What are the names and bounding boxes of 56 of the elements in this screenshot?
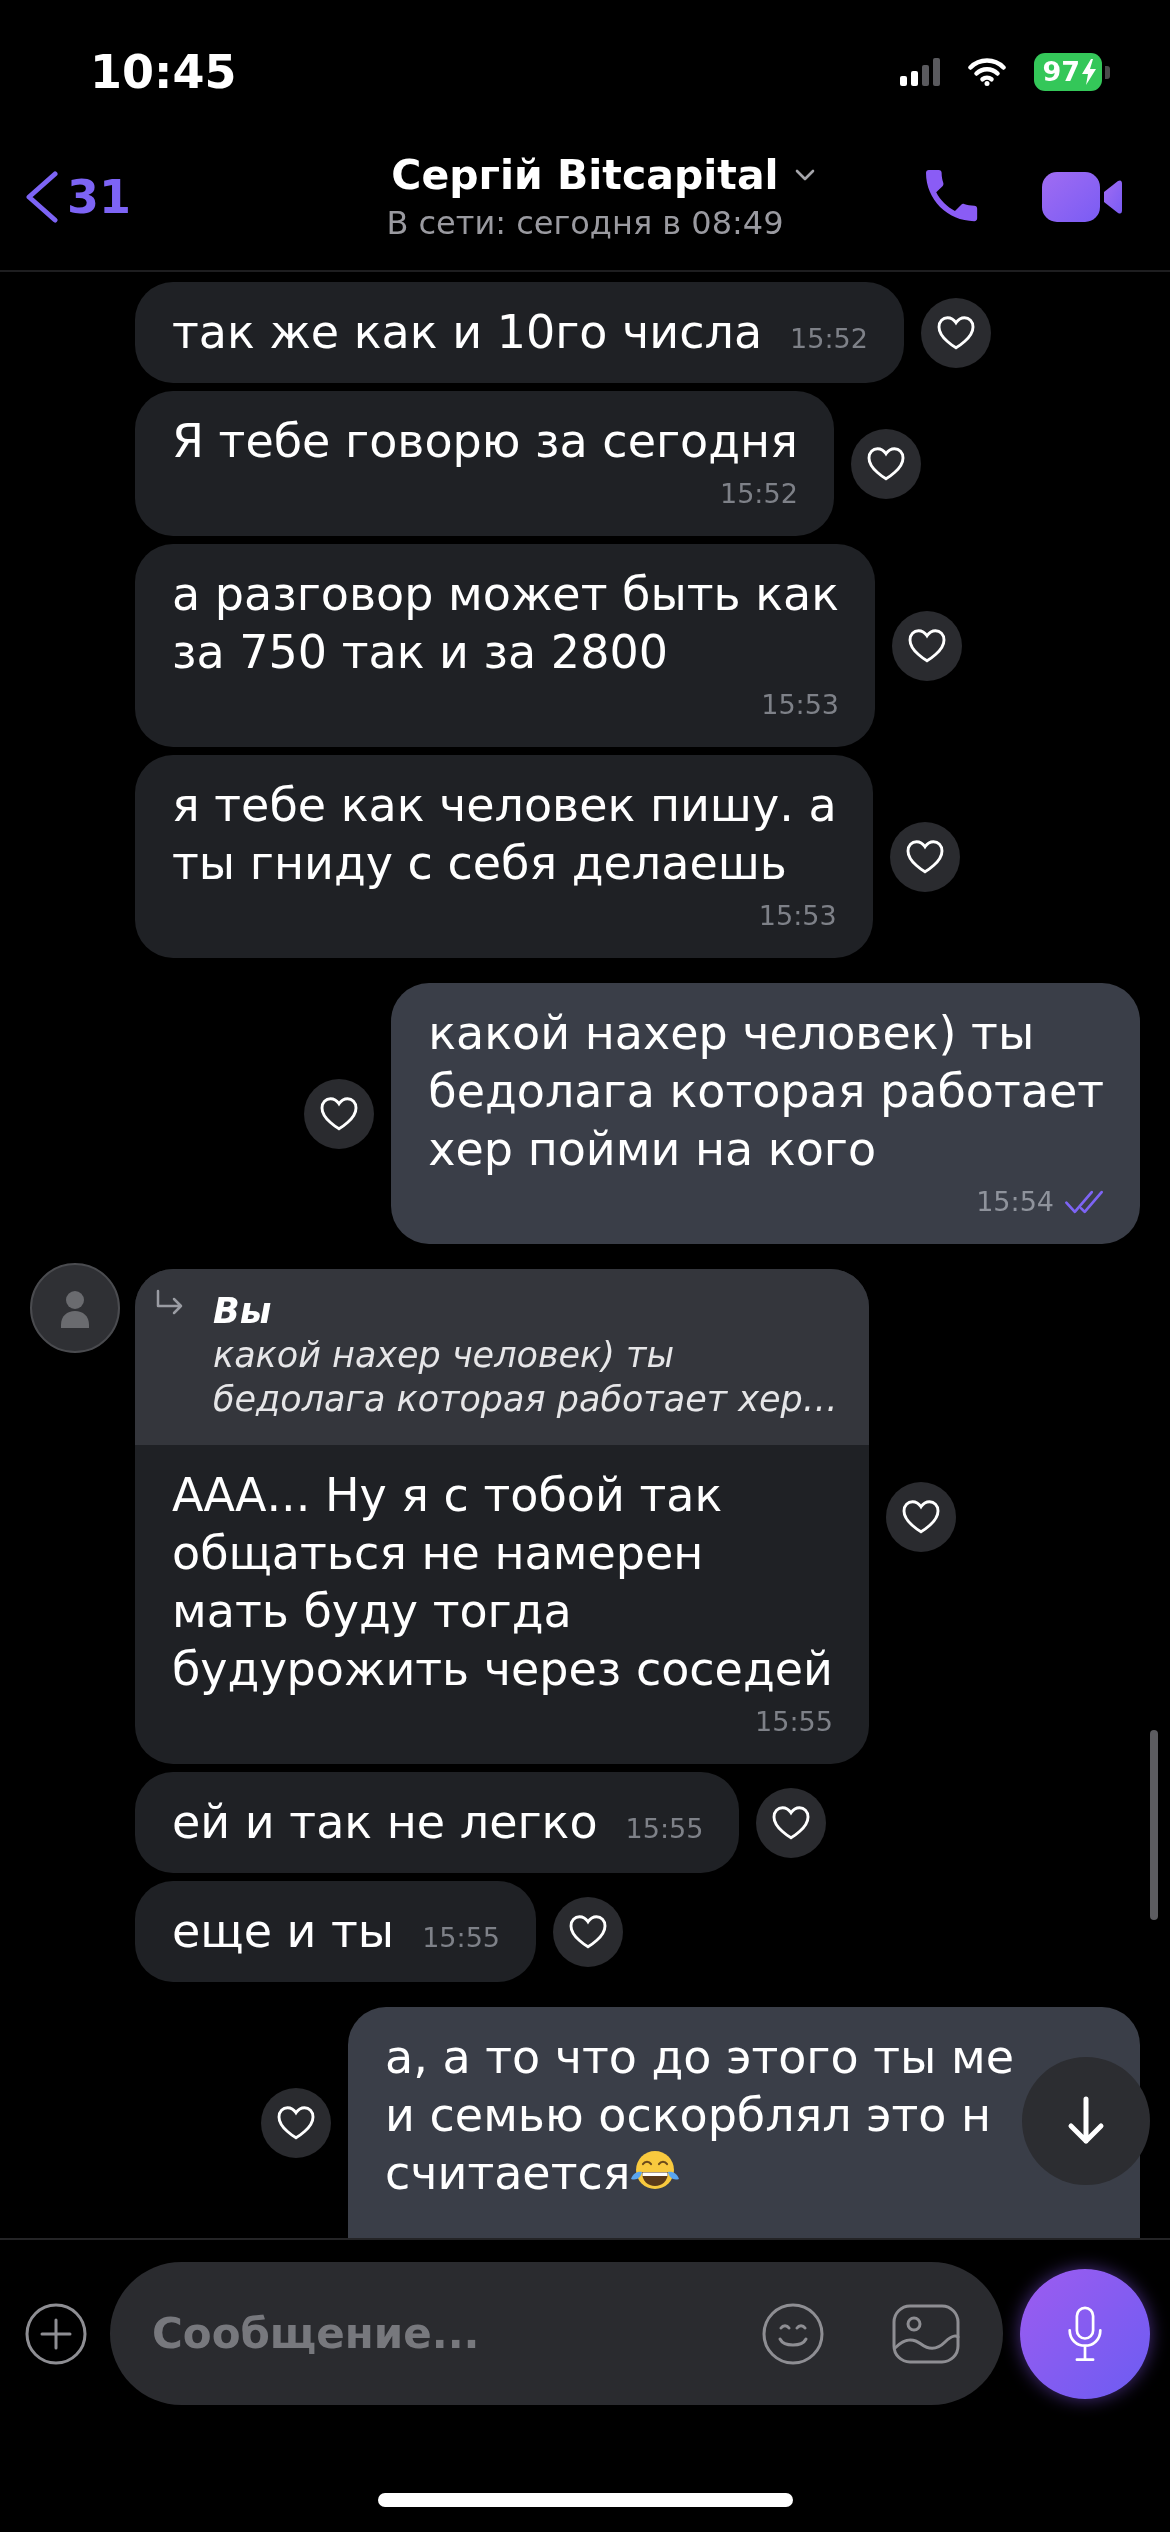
phone-icon [926, 170, 980, 224]
video-call-button[interactable] [1042, 172, 1122, 222]
heart-icon [905, 839, 944, 874]
message-text: еще и ты [172, 1903, 395, 1960]
heart-icon [772, 1805, 811, 1840]
contact-name[interactable]: Сергій Bitcapital [391, 149, 779, 201]
chevron-down-icon[interactable] [794, 169, 815, 181]
signal-icon [900, 58, 941, 86]
message-input[interactable]: Сообщение... [110, 2262, 1003, 2405]
down-arrow-icon [1066, 2096, 1106, 2146]
gallery-button[interactable] [892, 2303, 960, 2364]
heart-icon [320, 1096, 359, 1131]
image-icon [892, 2303, 960, 2364]
message-time: 15:53 [758, 899, 837, 933]
plus-icon [25, 2302, 87, 2365]
microphone-icon [1067, 2304, 1103, 2363]
reply-arrow-icon [155, 1289, 185, 1315]
emoji-button[interactable] [762, 2302, 824, 2365]
message-text: ААА... Ну я с тобой так общаться не намерен мать буду тогда будурожить через соседей [172, 1467, 833, 1698]
message-time: 15:55 [755, 1705, 833, 1739]
last-seen-status: В сети: сегодня в 08:49 [386, 203, 784, 244]
message-text: я тебе как человек пишу. а ты гниду с себя делаешь [172, 777, 837, 892]
voice-message-button[interactable] [1020, 2268, 1150, 2399]
message-time: 15:52 [790, 322, 868, 356]
heart-icon [866, 446, 905, 481]
message-text: а, а то что до этого ты ме и семью оскорблял это н считается [385, 2029, 1014, 2202]
message-text: ей и так не легко [172, 1794, 598, 1851]
reply-quote[interactable]: Вы какой нахер человек) ты бедолага которая работает хер… [135, 1269, 869, 1445]
heart-icon [901, 1499, 940, 1534]
message-time: 15:55 [625, 1812, 704, 1846]
message-text: а разговор может быть как за 750 так и за 2800 [172, 566, 840, 681]
heart-icon [936, 315, 975, 350]
message-time: 15:53 [761, 688, 840, 722]
battery-percentage: 97 [1042, 55, 1080, 89]
attach-button[interactable] [25, 2302, 87, 2365]
back-button[interactable]: 31 [25, 169, 131, 225]
quote-author: Вы [213, 1290, 273, 1333]
message-text: так же как и 10го числа [172, 304, 763, 361]
smiley-icon [762, 2302, 824, 2365]
heart-icon [277, 2105, 315, 2140]
wifi-icon [968, 58, 1007, 86]
heart-icon [908, 628, 947, 663]
video-camera-icon [1042, 172, 1122, 222]
message-time: 15:54 [976, 1185, 1054, 1219]
back-chevron-icon [25, 171, 59, 223]
charging-bolt-icon [1082, 59, 1096, 85]
message-text: Я тебе говорю за сегодня [172, 413, 798, 470]
avatar-icon[interactable] [30, 1263, 120, 1353]
quote-text: какой нахер человек) ты бедолага которая работает хер… [213, 1334, 838, 1421]
message-time: 15:55 [422, 1921, 500, 1955]
message-time: 15:52 [720, 477, 798, 511]
message-text: какой нахер человек) ты бедолага которая работает хер пойми на кого [428, 1005, 1104, 1178]
call-button[interactable] [926, 170, 980, 224]
battery-cap [1105, 65, 1110, 79]
heart-icon [569, 1914, 607, 1949]
status-time: 10:45 [90, 44, 237, 100]
